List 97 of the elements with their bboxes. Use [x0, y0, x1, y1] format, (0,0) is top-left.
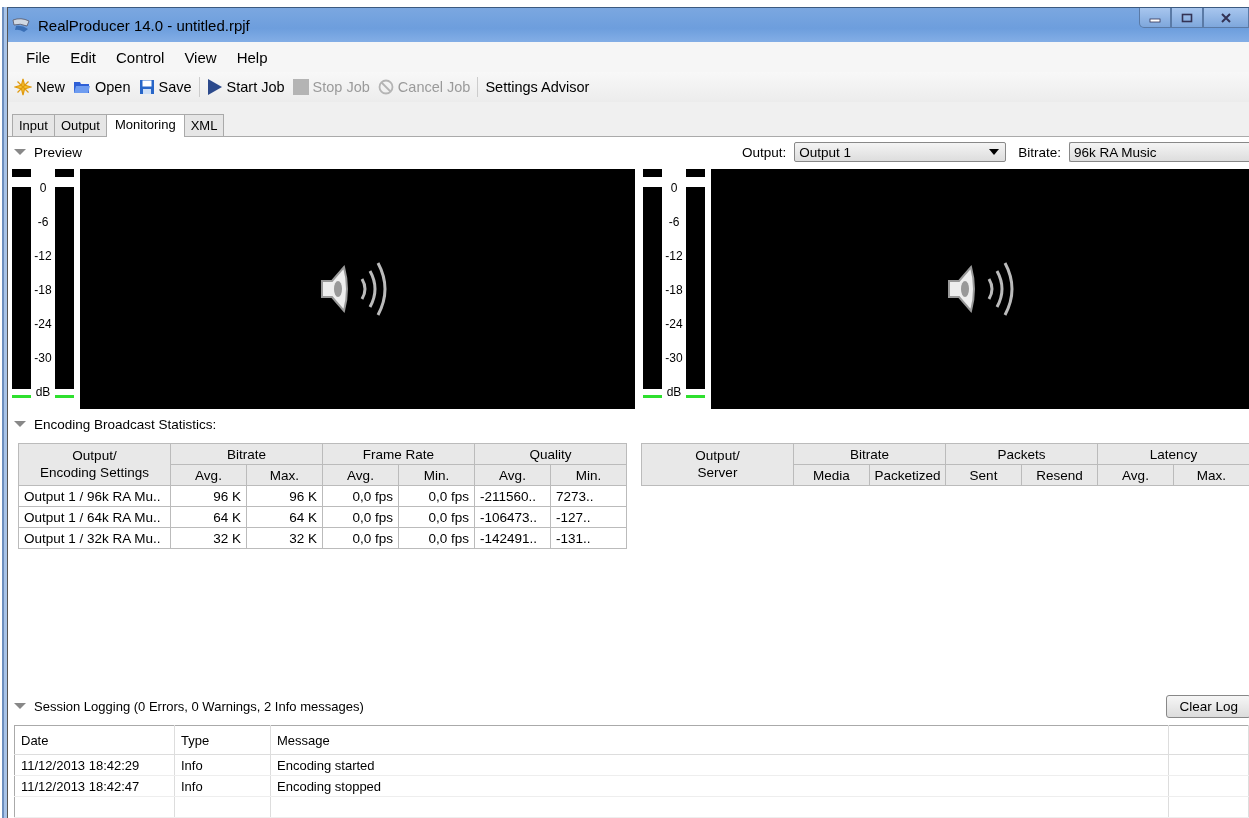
tab[interactable]: Output	[53, 114, 107, 136]
table-cell: Encoding stopped	[270, 775, 1169, 797]
column-group-header: Bitrate	[793, 443, 946, 465]
table-cell: 32 K	[246, 527, 323, 549]
table-cell: Output 1 / 96k RA Mu..	[18, 485, 171, 507]
table-cell: 64 K	[170, 506, 247, 528]
maximize-icon	[1181, 12, 1193, 23]
scale-label: -30	[33, 351, 53, 367]
output-dropdown[interactable]: Output 1	[794, 142, 1007, 162]
table-cell: 96 K	[170, 485, 247, 507]
menu-item[interactable]: Help	[226, 48, 278, 66]
scale-label: -18	[33, 283, 53, 299]
section-title: Encoding Broadcast Statistics:	[34, 416, 217, 432]
column-header: Output/ Server	[641, 443, 794, 486]
output-label: Output:	[741, 144, 787, 160]
scale-label: -12	[664, 249, 684, 265]
app-logo-icon	[12, 17, 30, 33]
tab[interactable]: Input	[12, 114, 55, 136]
menu-item[interactable]: Edit	[60, 48, 107, 66]
collapse-arrow-icon[interactable]	[14, 148, 26, 156]
table-cell: 0,0 fps	[398, 485, 475, 507]
dropdown-caret-icon	[989, 149, 1000, 155]
scale-label: -24	[33, 317, 53, 333]
column-header: Date	[14, 725, 175, 755]
scale-label: -6	[667, 215, 681, 231]
table-cell: Encoding started	[270, 754, 1169, 776]
table-cell: -127..	[550, 506, 627, 528]
menu-item[interactable]: View	[174, 48, 227, 66]
table-cell: 32 K	[170, 527, 247, 549]
table-cell: 0,0 fps	[398, 527, 475, 549]
scale-label: -12	[33, 249, 53, 265]
toolbar-button[interactable]: Open	[69, 79, 135, 95]
toolbar-button[interactable]: Settings Advisor	[481, 79, 594, 95]
peak-indicator	[643, 169, 662, 177]
column-header: Type	[174, 725, 271, 755]
bitrate-dropdown[interactable]: 96k RA Music	[1069, 142, 1249, 162]
menu-item[interactable]: File	[16, 48, 61, 66]
table-cell: 0,0 fps	[322, 485, 399, 507]
peak-indicator	[686, 169, 705, 177]
close-button[interactable]	[1203, 8, 1249, 28]
table-cell: 0,0 fps	[322, 506, 399, 528]
scale-label: -6	[36, 215, 50, 231]
table-cell: 96 K	[246, 485, 323, 507]
scale-label: 0	[38, 181, 48, 197]
table-cell: -106473..	[474, 506, 551, 528]
sparkle-icon	[14, 78, 32, 96]
menu-item[interactable]: Control	[106, 48, 175, 66]
table-cell: Output 1 / 64k RA Mu..	[18, 506, 171, 528]
tab[interactable]: XML	[183, 114, 225, 136]
scale-label: 0	[669, 181, 679, 197]
stop-icon	[292, 79, 309, 95]
table-cell: 11/12/2013 18:42:47	[14, 775, 175, 797]
folder-icon	[73, 79, 91, 95]
signal-indicator	[55, 395, 74, 398]
section-title: Preview	[34, 144, 82, 160]
maximize-button[interactable]	[1171, 8, 1203, 28]
table-cell: -131..	[550, 527, 627, 549]
table-cell: 0,0 fps	[322, 527, 399, 549]
peak-indicator	[12, 169, 31, 177]
table-cell: 11/12/2013 18:42:29	[14, 754, 175, 776]
signal-indicator	[686, 395, 705, 398]
collapse-arrow-icon[interactable]	[14, 702, 26, 710]
column-group-header: Packets	[945, 443, 1098, 465]
column-header: Message	[270, 725, 1169, 755]
play-icon	[206, 78, 223, 96]
column-group-header: Bitrate	[170, 443, 323, 465]
scale-label: -18	[664, 283, 684, 299]
table-cell: 64 K	[246, 506, 323, 528]
toolbar-button[interactable]: Save	[134, 79, 196, 95]
table-cell: -211560..	[474, 485, 551, 507]
column-group-header: Frame Rate	[322, 443, 475, 465]
bitrate-label: Bitrate:	[1018, 144, 1061, 160]
cancel-icon	[377, 79, 394, 95]
tab[interactable]: Monitoring	[105, 114, 185, 137]
column-header: Output/ Encoding Settings	[18, 443, 171, 486]
table-cell: Info	[174, 775, 271, 797]
section-title: Session Logging (0 Errors, 0 Warnings, 2 Info messages)	[34, 698, 364, 714]
column-group-header: Latency	[1097, 443, 1249, 465]
window-title: RealProducer 14.0 - untitled.rpjf	[38, 16, 250, 34]
signal-indicator	[12, 395, 31, 398]
table-cell: 7273..	[550, 485, 627, 507]
table-cell: 0,0 fps	[398, 506, 475, 528]
close-icon	[1220, 12, 1232, 23]
table-cell: Info	[174, 754, 271, 776]
scale-label: -30	[664, 351, 684, 367]
clear-log-button[interactable]: Clear Log	[1166, 694, 1249, 718]
unit-label: dB	[34, 385, 52, 399]
signal-indicator	[643, 395, 662, 398]
peak-indicator	[55, 169, 74, 177]
toolbar-button[interactable]: Start Job	[202, 78, 289, 96]
unit-label: dB	[665, 385, 683, 399]
toolbar-button[interactable]: New	[10, 78, 69, 96]
column-group-header: Quality	[474, 443, 627, 465]
table-cell: Output 1 / 32k RA Mu..	[18, 527, 171, 549]
collapse-arrow-icon[interactable]	[14, 420, 26, 428]
scale-label: -24	[664, 317, 684, 333]
table-cell: -142491..	[474, 527, 551, 549]
